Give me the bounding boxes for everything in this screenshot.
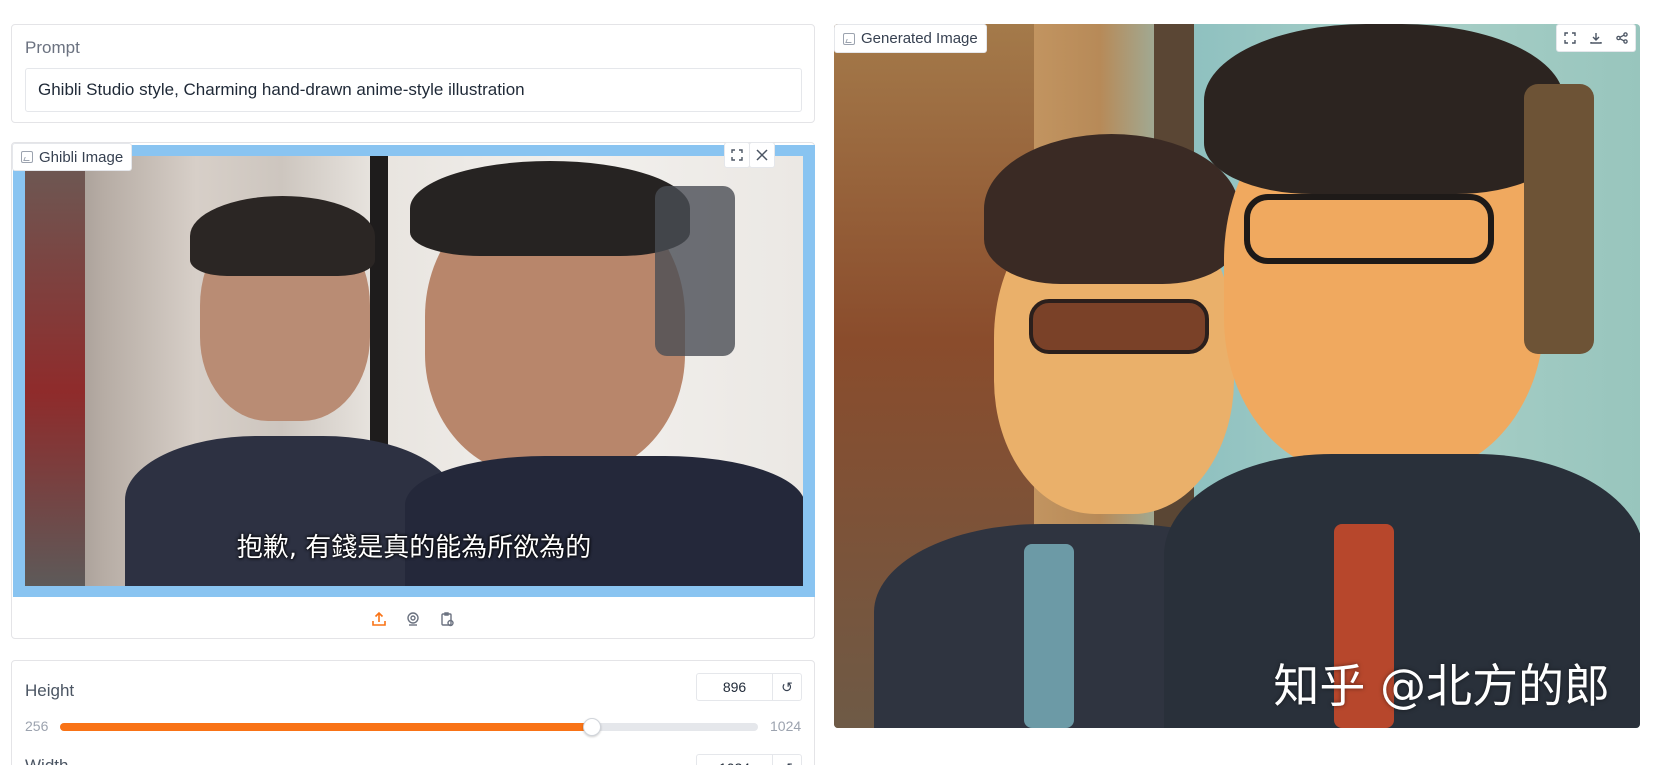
dimension-sliders-block: Height 896 ↺ 256 1024 Width 1024 ↺ xyxy=(11,660,815,765)
height-slider-thumb[interactable] xyxy=(582,718,601,736)
art-right-hair xyxy=(1204,24,1564,194)
photo-person-right-suit xyxy=(405,456,803,586)
source-subtitle: 抱歉, 有錢是真的能為所欲為的 xyxy=(236,533,592,563)
clipboard-icon xyxy=(441,612,454,627)
source-image-block: Ghibli Image 抱歉, 有錢是真的能為所欲為的 xyxy=(11,142,815,639)
close-button[interactable] xyxy=(749,142,775,168)
photo-person-right-hair xyxy=(410,161,690,256)
generated-watermark: 知乎 @北方的郎 xyxy=(1273,659,1610,713)
fullscreen-icon xyxy=(1564,32,1576,44)
fullscreen-button[interactable] xyxy=(724,142,750,168)
source-image-label-text: Ghibli Image xyxy=(39,148,124,166)
prompt-input[interactable]: Ghibli Studio style, Charming hand-drawn… xyxy=(25,68,802,112)
webcam-icon xyxy=(407,612,419,626)
generated-image[interactable]: 知乎 @北方的郎 xyxy=(834,24,1640,728)
generated-image-label: Generated Image xyxy=(834,24,987,53)
share-button[interactable] xyxy=(1609,25,1635,51)
art-phone-prop xyxy=(1524,84,1594,354)
height-reset-button[interactable]: ↺ xyxy=(773,674,801,700)
art-left-tie xyxy=(1024,544,1074,728)
share-icon xyxy=(1616,32,1628,44)
upload-button[interactable] xyxy=(368,608,390,630)
width-number-input[interactable]: 1024 xyxy=(697,755,773,765)
fullscreen-icon xyxy=(731,149,743,161)
art-right-glasses xyxy=(1244,194,1494,264)
height-max-label: 1024 xyxy=(770,718,802,734)
height-slider-fill xyxy=(60,723,592,731)
height-label: Height xyxy=(25,681,75,700)
download-icon xyxy=(1590,33,1602,44)
height-min-label: 256 xyxy=(25,718,49,734)
source-image-frame[interactable]: 抱歉, 有錢是真的能為所欲為的 xyxy=(13,145,815,597)
prompt-block: Prompt Ghibli Studio style, Charming han… xyxy=(11,24,815,123)
generated-fullscreen-button[interactable] xyxy=(1557,25,1583,51)
width-label: Width xyxy=(25,756,68,765)
height-number-box: 896 ↺ xyxy=(696,673,802,701)
source-image-label: Ghibli Image xyxy=(12,143,133,171)
close-icon xyxy=(756,149,768,161)
source-toolbar xyxy=(12,599,814,639)
width-reset-button[interactable]: ↺ xyxy=(773,755,801,765)
download-button[interactable] xyxy=(1583,25,1609,51)
photo-background-left xyxy=(25,156,85,586)
height-number-input[interactable]: 896 xyxy=(697,674,773,700)
generated-image-block: 知乎 @北方的郎 Generated Image xyxy=(834,24,1640,728)
generated-image-label-text: Generated Image xyxy=(861,30,978,47)
prompt-label: Prompt xyxy=(25,38,80,57)
art-left-hair xyxy=(984,134,1239,284)
photo-phone-prop xyxy=(655,186,735,356)
generated-toolbar xyxy=(1556,24,1636,52)
art-left-sunglasses xyxy=(1029,299,1209,354)
webcam-button[interactable] xyxy=(402,608,424,630)
source-photo: 抱歉, 有錢是真的能為所欲為的 xyxy=(25,156,803,586)
width-number-box: 1024 ↺ xyxy=(696,754,802,765)
upload-icon xyxy=(372,611,386,626)
clipboard-button[interactable] xyxy=(436,608,458,630)
image-icon xyxy=(21,151,33,163)
photo-person-left-hair xyxy=(190,196,375,276)
height-slider-track[interactable] xyxy=(60,718,758,736)
image-icon xyxy=(843,32,855,45)
